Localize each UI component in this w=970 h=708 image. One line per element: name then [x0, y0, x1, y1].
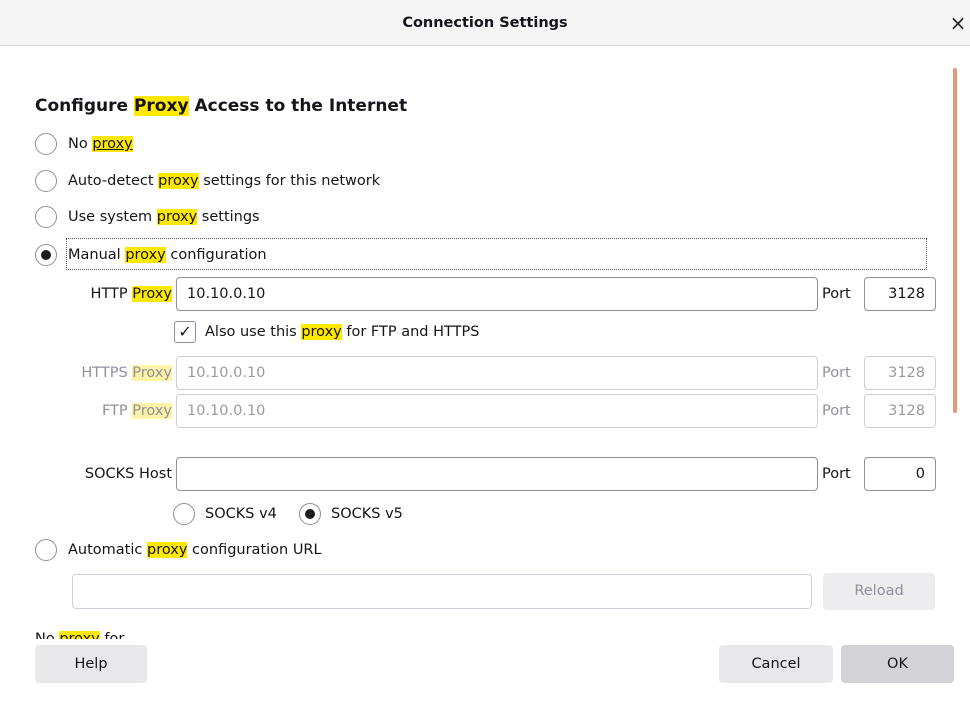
- http-port-label: Port: [822, 286, 851, 302]
- section-heading: Configure Proxy Access to the Internet: [35, 96, 408, 116]
- no-proxy-for-clip: No proxy for: [35, 627, 155, 639]
- http-proxy-label: HTTP Proxy: [90, 286, 172, 302]
- auto-detect-label[interactable]: Auto-detect proxy settings for this netw…: [68, 170, 380, 192]
- ftp-proxy-label: FTP Proxy: [101, 403, 172, 419]
- socks-v5-label[interactable]: SOCKS v5: [331, 503, 403, 525]
- https-port-label: Port: [822, 365, 851, 381]
- reload-button[interactable]: Reload: [823, 573, 935, 610]
- cancel-button[interactable]: Cancel: [719, 645, 833, 683]
- socks-port-input[interactable]: 0: [864, 457, 936, 491]
- manual-proxy-radio[interactable]: [35, 244, 57, 266]
- socks-host-label: SOCKS Host: [84, 466, 172, 482]
- http-port-input[interactable]: 3128: [864, 277, 936, 311]
- close-icon[interactable]: ×: [946, 12, 970, 34]
- manual-proxy-label[interactable]: Manual proxy configuration: [68, 244, 267, 266]
- also-use-label[interactable]: Also use this proxy for FTP and HTTPS: [205, 321, 479, 343]
- auto-detect-radio[interactable]: [35, 170, 57, 192]
- ftp-port-label: Port: [822, 403, 851, 419]
- socks-v5-radio[interactable]: [299, 503, 321, 525]
- also-use-checkbox[interactable]: ✓: [174, 321, 196, 343]
- ftp-port-input[interactable]: 3128: [864, 394, 936, 428]
- https-proxy-label: HTTPS Proxy: [81, 365, 172, 381]
- socks-port-label: Port: [822, 466, 851, 482]
- ok-button[interactable]: OK: [841, 645, 954, 683]
- no-proxy-label[interactable]: No proxy: [68, 133, 133, 155]
- http-proxy-input[interactable]: 10.10.0.10: [176, 277, 818, 311]
- help-button[interactable]: Help: [35, 645, 147, 683]
- dialog-title: Connection Settings: [402, 15, 568, 31]
- system-proxy-label[interactable]: Use system proxy settings: [68, 206, 260, 228]
- scrollbar-thumb[interactable]: [953, 68, 957, 413]
- system-proxy-radio[interactable]: [35, 206, 57, 228]
- https-proxy-input[interactable]: 10.10.0.10: [176, 356, 818, 390]
- no-proxy-radio[interactable]: [35, 133, 57, 155]
- https-port-input[interactable]: 3128: [864, 356, 936, 390]
- auto-config-url-input[interactable]: [72, 574, 812, 609]
- socks-host-input[interactable]: [176, 457, 818, 491]
- ftp-proxy-input[interactable]: 10.10.0.10: [176, 394, 818, 428]
- socks-v4-radio[interactable]: [173, 503, 195, 525]
- no-proxy-for-label: No proxy for: [35, 628, 155, 639]
- socks-v4-label[interactable]: SOCKS v4: [205, 503, 277, 525]
- auto-config-url-radio[interactable]: [35, 539, 57, 561]
- auto-config-url-label[interactable]: Automatic proxy configuration URL: [68, 539, 322, 561]
